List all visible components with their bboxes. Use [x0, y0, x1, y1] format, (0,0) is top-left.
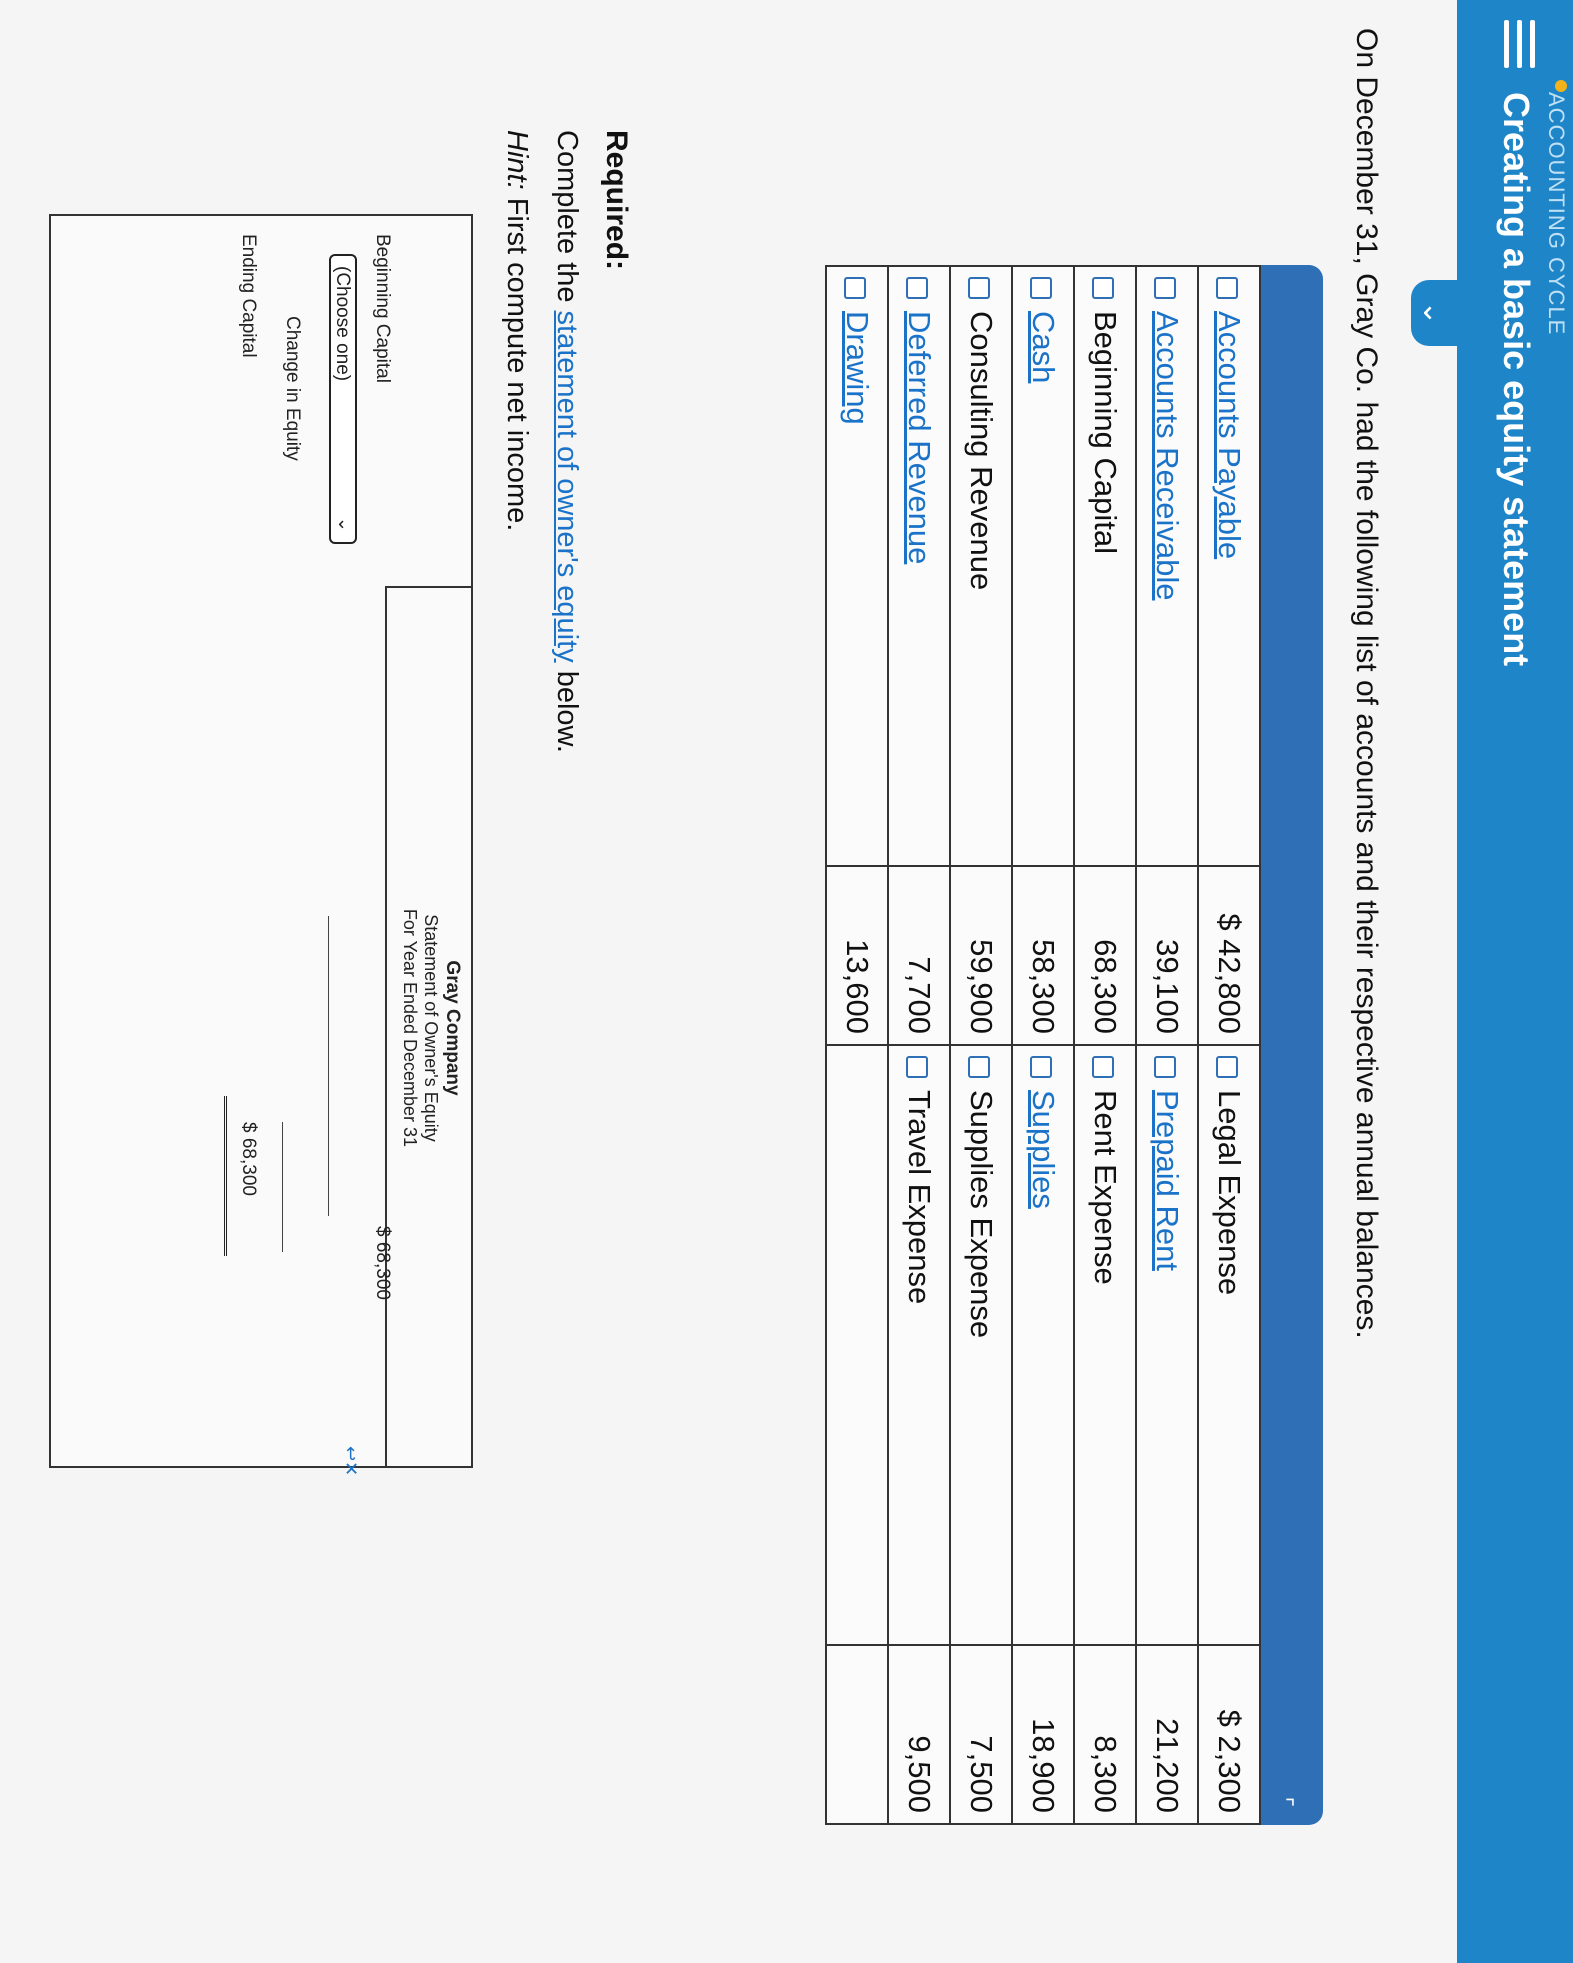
- account-name: Rent Expense: [1088, 1089, 1123, 1285]
- menu-icon[interactable]: [1495, 20, 1543, 68]
- change-in-equity-label: Change in Equity: [282, 316, 303, 461]
- table-row: Deferred Revenue 7,700 Travel Expense 9,500: [888, 266, 950, 1824]
- account-name[interactable]: Cash: [1026, 311, 1061, 383]
- left-account-cell: Accounts Payable: [1198, 266, 1260, 867]
- intro-text: On December 31, Gray Co. had the followi…: [1350, 28, 1383, 1339]
- account-name: Supplies Expense: [964, 1089, 999, 1339]
- checkbox-icon[interactable]: [906, 1055, 929, 1078]
- checkbox-icon[interactable]: [1154, 1055, 1177, 1078]
- input-underline[interactable]: [328, 916, 329, 1216]
- statement-period: For Year Ended December 31: [400, 908, 420, 1148]
- table-row: Drawing 13,600: [826, 266, 888, 1824]
- dropdown-selected: (Choose one): [332, 266, 353, 382]
- left-account-cell: Deferred Revenue: [888, 266, 950, 867]
- account-name[interactable]: Prepaid Rent: [1150, 1090, 1185, 1271]
- account-name: Beginning Capital: [1088, 311, 1123, 555]
- account-name[interactable]: Deferred Revenue: [902, 311, 937, 564]
- change-underline: [282, 1122, 283, 1252]
- left-amount-cell: 13,600: [826, 866, 888, 1045]
- left-amount-cell: 59,900: [950, 866, 1012, 1045]
- checkbox-icon[interactable]: [1030, 1055, 1053, 1078]
- right-amount-cell: [826, 1645, 888, 1824]
- account-name[interactable]: Supplies: [1026, 1090, 1061, 1209]
- table-row: Accounts Receivable 39,100 Prepaid Rent 21,…: [1136, 266, 1198, 1824]
- checkbox-icon[interactable]: [1030, 277, 1053, 299]
- screen: ACCOUNTING CYCLE Creating a basic equity…: [0, 0, 1573, 1963]
- statement-link[interactable]: statement of owner's equity: [551, 311, 583, 663]
- beginning-capital-value: $ 68,300: [372, 1226, 393, 1300]
- right-account-cell: Supplies: [1012, 1044, 1074, 1646]
- account-name: Travel Expense: [902, 1089, 937, 1305]
- account-name[interactable]: Accounts Payable: [1212, 311, 1247, 559]
- equity-statement: Gray Company Statement of Owner's Equity…: [49, 214, 473, 1476]
- ending-capital-label: Ending Capital: [238, 234, 259, 358]
- status-dot-icon: [1555, 80, 1567, 92]
- change-type-dropdown[interactable]: (Choose one) ⌄: [329, 254, 357, 544]
- right-account-cell: Rent Expense: [1074, 1044, 1136, 1646]
- hint-label: Hint:: [501, 130, 533, 190]
- complete-instruction: Complete the statement of owner's equity…: [550, 130, 583, 753]
- checkbox-icon[interactable]: [1092, 277, 1115, 299]
- page-title: Creating a basic equity statement: [1496, 92, 1537, 667]
- chevron-down-icon: ⌄: [335, 516, 355, 532]
- right-amount-cell: 9,500: [888, 1645, 950, 1824]
- table-row: Accounts Payable $ 42,800 Legal Expense $ 2…: [1198, 266, 1260, 1824]
- left-amount-cell: $ 42,800: [1198, 866, 1260, 1045]
- edit-clear-icon[interactable]: ↩✕: [340, 1446, 361, 1476]
- checkbox-icon[interactable]: [1154, 277, 1177, 299]
- right-amount-cell: 7,500: [950, 1645, 1012, 1824]
- company-name: Gray Company: [442, 960, 463, 1096]
- checkbox-icon[interactable]: [906, 277, 929, 299]
- accounts-table: ⌜ Accounts Payable $ 42,800 Legal Expense $…: [825, 265, 1323, 1825]
- checkbox-icon[interactable]: [1216, 1055, 1239, 1078]
- left-amount-cell: 39,100: [1136, 866, 1198, 1045]
- left-account-cell: Beginning Capital: [1074, 266, 1136, 867]
- complete-prefix: Complete the: [551, 130, 583, 311]
- account-name[interactable]: Accounts Receivable: [1150, 311, 1185, 601]
- header-bar: ACCOUNTING CYCLE Creating a basic equity…: [1457, 0, 1573, 1963]
- account-name: Legal Expense: [1212, 1089, 1247, 1296]
- statement-title: Statement of Owner's Equity: [421, 914, 441, 1142]
- checkbox-icon[interactable]: [844, 277, 867, 299]
- checkbox-icon[interactable]: [968, 277, 991, 299]
- right-account-cell: Supplies Expense: [950, 1044, 1012, 1646]
- complete-suffix: below.: [551, 662, 583, 753]
- statement-header: Gray Company Statement of Owner's Equity…: [385, 586, 471, 1468]
- left-account-cell: Drawing: [826, 266, 888, 867]
- corner-mark-icon: ⌜: [1272, 1796, 1297, 1807]
- left-amount-cell: 68,300: [1074, 866, 1136, 1045]
- table-row: Beginning Capital 68,300 Rent Expense 8,300: [1074, 266, 1136, 1824]
- left-account-cell: Cash: [1012, 266, 1074, 867]
- accounts-table-header: ⌜: [1261, 265, 1323, 1825]
- left-amount-cell: 58,300: [1012, 866, 1074, 1045]
- checkbox-icon[interactable]: [1216, 277, 1239, 299]
- ending-double-underline: [224, 1096, 227, 1256]
- table-row: Cash 58,300 Supplies 18,900: [1012, 266, 1074, 1824]
- right-account-cell: Legal Expense: [1198, 1044, 1260, 1646]
- right-amount-cell: 21,200: [1136, 1645, 1198, 1824]
- hint-body: First compute net income.: [501, 189, 533, 532]
- right-amount-cell: 8,300: [1074, 1645, 1136, 1824]
- checkbox-icon[interactable]: [1092, 1055, 1115, 1078]
- right-account-cell: Travel Expense: [888, 1044, 950, 1646]
- right-account-cell: Prepaid Rent: [1136, 1044, 1198, 1646]
- account-name: Consulting Revenue: [964, 311, 999, 591]
- checkbox-icon[interactable]: [968, 1055, 991, 1078]
- left-account-cell: Accounts Receivable: [1136, 266, 1198, 867]
- hint-text: Hint: First compute net income.: [500, 130, 533, 531]
- left-amount-cell: 7,700: [888, 866, 950, 1045]
- required-heading: Required:: [600, 130, 633, 271]
- account-name[interactable]: Drawing: [840, 311, 875, 425]
- table-row: Consulting Revenue 59,900 Supplies Expense…: [950, 266, 1012, 1824]
- beginning-capital-label: Beginning Capital: [372, 234, 393, 383]
- collapse-chevron-icon[interactable]: ⌄: [1411, 280, 1457, 346]
- ending-capital-value: $ 68,300: [238, 1122, 259, 1196]
- left-account-cell: Consulting Revenue: [950, 266, 1012, 867]
- right-account-cell: [826, 1044, 888, 1646]
- breadcrumb: ACCOUNTING CYCLE: [1544, 92, 1569, 336]
- right-amount-cell: 18,900: [1012, 1645, 1074, 1824]
- right-amount-cell: $ 2,300: [1198, 1645, 1260, 1824]
